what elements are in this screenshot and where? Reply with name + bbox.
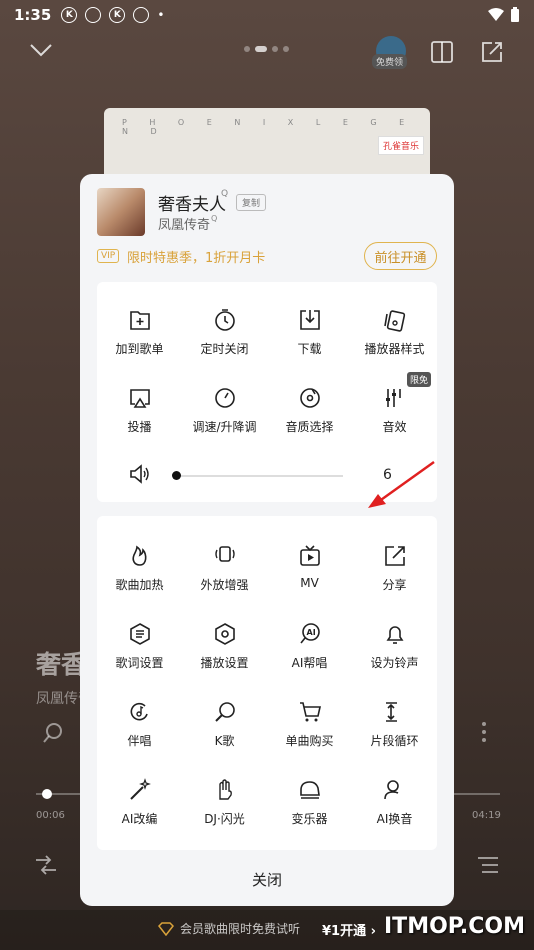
svg-text:AI: AI (306, 628, 315, 637)
add-to-playlist-item[interactable]: 加到歌单 (97, 308, 182, 357)
share-icon (384, 546, 405, 566)
karaoke-item[interactable]: K歌 (182, 700, 267, 749)
more-icon[interactable] (476, 720, 492, 744)
song-heat-item[interactable]: 歌曲加热 (97, 544, 182, 593)
play-settings-item[interactable]: 播放设置 (182, 622, 267, 671)
lyrics-settings-item[interactable]: 歌词设置 (97, 622, 182, 671)
k-app-icon: K (109, 7, 126, 23)
options-card-secondary: 歌曲加热 外放增强 MV 分享 歌词设置 播放设置 AI AI帮唱 设为铃声 伴… (97, 516, 437, 850)
status-time: 1:35 (14, 6, 52, 24)
player-top-bar: 免费领 (0, 36, 534, 70)
vip-promo-text: 会员歌曲限时免费试听 (180, 922, 301, 936)
accompany-item[interactable]: 伴唱 (97, 700, 182, 749)
karaoke-icon (214, 702, 235, 722)
page-indicator (244, 46, 289, 52)
app-icon (85, 7, 102, 23)
progress-knob[interactable] (42, 789, 52, 799)
loop-segment-icon (385, 702, 397, 722)
cast-icon (129, 389, 150, 408)
flame-icon (131, 545, 146, 566)
vip-price[interactable]: ¥1开通 › (322, 920, 376, 939)
more-options-sheet: 奢香夫人 Q 复制 凤凰传奇 Q VIP 限时特惠季，1折开月卡 前往开通 加到… (80, 174, 454, 906)
chevron-down-icon[interactable] (28, 38, 54, 62)
ringtone-icon (386, 626, 403, 644)
status-bar: 1:35 K K • (0, 0, 534, 30)
ai-remix-item[interactable]: AI改编 (97, 778, 182, 827)
vip-promo: 限时特惠季，1折开月卡 (127, 251, 266, 266)
free-badge: 免费领 (372, 54, 408, 69)
total-time: 04:19 (472, 810, 501, 821)
quality-item[interactable]: 音质选择 (267, 386, 352, 435)
playlist-icon[interactable] (476, 853, 500, 877)
notification-dot: • (157, 8, 165, 22)
ringtone-item[interactable]: 设为铃声 (352, 622, 437, 671)
speed-pitch-item[interactable]: 调速/升降调 (182, 386, 267, 435)
close-button[interactable]: 关闭 (80, 860, 454, 898)
speaker-boost-icon (214, 546, 235, 562)
layout-icon[interactable] (430, 40, 454, 64)
quality-icon (299, 388, 320, 408)
dj-flash-icon (218, 779, 232, 800)
speaker-boost-item[interactable]: 外放增强 (182, 544, 267, 593)
ai-sing-icon: AI (299, 623, 320, 644)
search-q-icon: Q (221, 189, 229, 199)
ai-voice-icon (383, 780, 399, 800)
sound-effect-icon (385, 389, 401, 407)
mv-item[interactable]: MV (267, 544, 352, 590)
red-arrow-annotation (368, 460, 435, 508)
volume-slider[interactable] (175, 475, 343, 477)
cast-item[interactable]: 投播 (97, 386, 182, 435)
change-instrument-item[interactable]: 变乐器 (267, 778, 352, 827)
song-thumbnail (97, 188, 145, 236)
download-item[interactable]: 下载 (267, 308, 352, 357)
shuffle-icon[interactable] (34, 853, 58, 877)
ai-voice-item[interactable]: AI换音 (352, 778, 437, 827)
sound-effect-item[interactable]: 音效 (352, 386, 437, 435)
diamond-icon (158, 921, 174, 936)
download-vip-icon (299, 310, 320, 330)
dj-flash-item[interactable]: DJ·闪光 (182, 778, 267, 827)
timer-icon (214, 309, 235, 331)
ai-remix-icon (129, 778, 151, 800)
cover-brand: P H O E N I X L E G E N D (122, 118, 415, 136)
accompany-icon (130, 702, 148, 721)
search-icon[interactable] (42, 722, 64, 744)
timer-close-item[interactable]: 定时关闭 (182, 308, 267, 357)
player-style-icon (383, 310, 405, 332)
ai-sing-item[interactable]: AI AI帮唱 (267, 622, 352, 671)
sheet-artist[interactable]: 凤凰传奇 (158, 214, 210, 233)
buy-single-item[interactable]: 单曲购买 (267, 700, 352, 749)
speed-icon (214, 388, 235, 408)
volume-knob[interactable] (172, 471, 181, 480)
limited-free-badge: 限免 (407, 372, 432, 387)
vip-tag: VIP (97, 249, 120, 263)
k-app-icon: K (61, 7, 78, 23)
mv-icon (299, 545, 320, 566)
battery-icon (511, 7, 519, 22)
play-settings-icon (214, 623, 235, 645)
sheet-song-title[interactable]: 奢香夫人 (158, 190, 226, 215)
volume-icon (130, 464, 149, 484)
share-item[interactable]: 分享 (352, 544, 437, 593)
watermark: ITMOP.COM (384, 914, 525, 939)
vip-open-button[interactable]: 前往开通 (364, 242, 437, 270)
app-icon (133, 7, 150, 23)
lyrics-settings-icon (129, 623, 150, 645)
search-q-icon: Q (211, 214, 218, 223)
wifi-icon (488, 8, 504, 21)
share-out-icon[interactable] (480, 40, 504, 64)
playlist-add-icon (129, 311, 150, 330)
cart-icon (299, 702, 321, 722)
copy-button[interactable]: 复制 (236, 194, 267, 211)
player-style-item[interactable]: 播放器样式 (352, 308, 437, 357)
loop-segment-item[interactable]: 片段循环 (352, 700, 437, 749)
cover-logo: 孔雀音乐 (377, 136, 424, 155)
song-title-bg: 奢香 (36, 650, 87, 679)
elapsed-time: 00:06 (36, 810, 65, 821)
piano-icon (299, 781, 320, 799)
